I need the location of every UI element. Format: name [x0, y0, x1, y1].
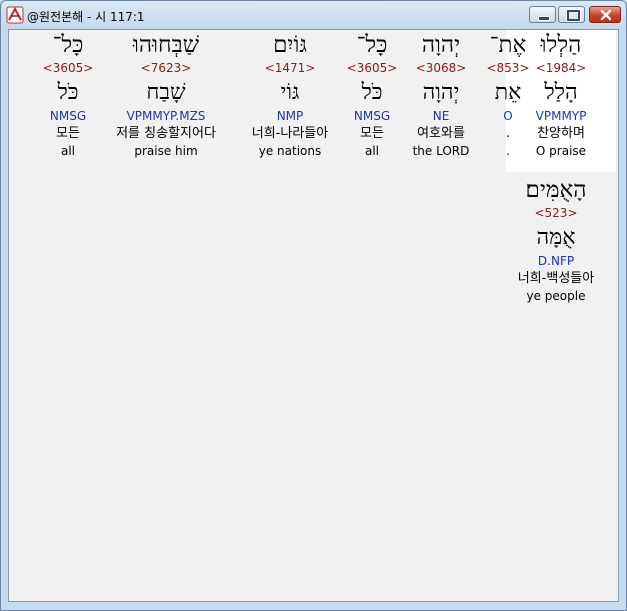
lemma-word: אֻמָּה: [536, 225, 576, 250]
minimize-icon: [538, 16, 550, 21]
word-column[interactable]: כָּל־ <3605> כֹּל NMSG 모든 all: [13, 30, 123, 159]
close-icon: [600, 9, 612, 21]
strongs-number[interactable]: <1471>: [235, 60, 345, 77]
english-gloss: ye nations: [258, 144, 322, 158]
korean-gloss: 너희-나라들아: [251, 126, 329, 141]
strongs-number[interactable]: <3605>: [13, 60, 123, 77]
minimize-button[interactable]: [529, 6, 556, 23]
english-gloss: all: [60, 144, 76, 158]
app-logo-icon[interactable]: [6, 6, 24, 24]
interlinear-view: הַלְלוּ <1984> הָלַל VPMMYP 찬양하며 O prais…: [8, 29, 619, 602]
app-window: @원전본해 - 시 117:1 הַלְלוּ <1984> הָלַל VPM…: [0, 0, 627, 611]
hebrew-word: גּוֹיִם: [273, 32, 307, 58]
hebrew-word: כָּל־: [52, 32, 84, 58]
strongs-number[interactable]: <523>: [496, 205, 616, 222]
maximize-icon: [567, 10, 580, 21]
english-gloss: ye people: [526, 289, 586, 303]
morphology-code[interactable]: NMP: [235, 108, 345, 125]
lemma-word: גּוֹי: [280, 80, 300, 105]
title-bar[interactable]: @원전본해 - 시 117:1: [1, 1, 626, 29]
korean-gloss: 모든: [56, 126, 80, 141]
maximize-button[interactable]: [558, 6, 585, 23]
window-title: @원전본해 - 시 117:1: [27, 10, 145, 24]
word-column[interactable]: גּוֹיִם <1471> גּוֹי NMP 너희-나라들아 ye nati…: [235, 30, 345, 159]
lemma-word: כֹּל: [57, 80, 79, 105]
word-column[interactable]: הָאֻמִּים׃ <523> אֻמָּה D.NFP 너희-백성들아 ye…: [496, 175, 616, 304]
morphology-code[interactable]: NMSG: [13, 108, 123, 125]
close-button[interactable]: [589, 6, 621, 23]
korean-gloss: 너희-백성들아: [517, 271, 595, 286]
hebrew-word: הָאֻמִּים׃: [525, 177, 587, 203]
morphology-code[interactable]: D.NFP: [496, 253, 616, 270]
